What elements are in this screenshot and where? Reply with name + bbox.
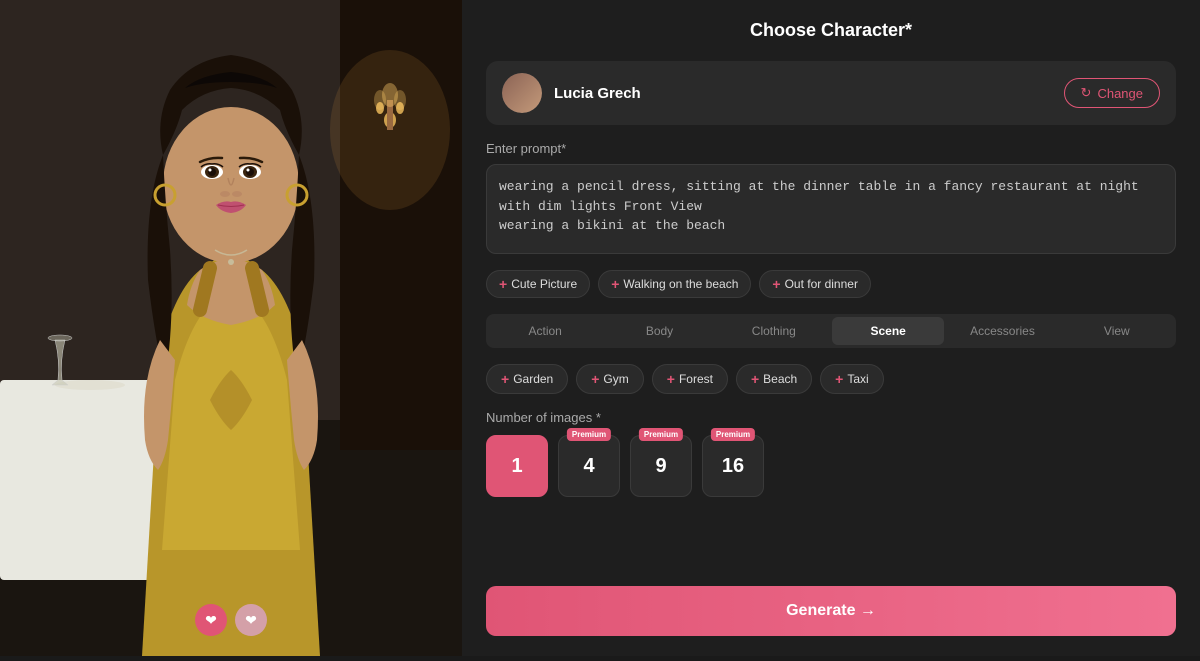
scene-plus-icon-1: + xyxy=(501,371,509,387)
prompt-label: Enter prompt* xyxy=(486,141,1176,156)
scene-gym[interactable]: + Gym xyxy=(576,364,644,394)
tab-scene[interactable]: Scene xyxy=(832,317,944,345)
tag-cute-picture[interactable]: + Cute Picture xyxy=(486,270,590,298)
right-panel: Choose Character* Lucia Grech ↻ Change E… xyxy=(462,0,1200,656)
tag-plus-icon-3: + xyxy=(772,276,780,292)
scene-plus-icon-2: + xyxy=(591,371,599,387)
tag-out-dinner[interactable]: + Out for dinner xyxy=(759,270,871,298)
scene-taxi-label: Taxi xyxy=(847,372,868,386)
num-value-9: 9 xyxy=(655,455,666,478)
scene-garden-label: Garden xyxy=(513,372,553,386)
num-value-16: 16 xyxy=(722,455,744,478)
prompt-textarea[interactable] xyxy=(486,164,1176,254)
refresh-icon: ↻ xyxy=(1081,85,1092,101)
premium-badge-16: Premium xyxy=(711,428,755,441)
change-button[interactable]: ↻ Change xyxy=(1064,78,1160,108)
premium-badge-4: Premium xyxy=(567,428,611,441)
character-photo-panel: ❤ ❤ xyxy=(0,0,462,656)
category-tabs: Action Body Clothing Scene Accessories V… xyxy=(486,314,1176,348)
tag-cute-label: Cute Picture xyxy=(511,277,577,291)
tab-accessories[interactable]: Accessories xyxy=(946,317,1058,345)
tag-dinner-label: Out for dinner xyxy=(785,277,858,291)
prompt-section: Enter prompt* xyxy=(486,141,1176,254)
scene-taxi[interactable]: + Taxi xyxy=(820,364,884,394)
num-images-section: Number of images * 1 Premium 4 Premium 9… xyxy=(486,410,1176,497)
character-svg xyxy=(0,0,462,656)
num-value-1: 1 xyxy=(511,455,522,478)
tag-walking-label: Walking on the beach xyxy=(623,277,738,291)
tag-walking-beach[interactable]: + Walking on the beach xyxy=(598,270,751,298)
tab-body[interactable]: Body xyxy=(603,317,715,345)
tag-plus-icon: + xyxy=(499,276,507,292)
avatar xyxy=(502,73,542,113)
tag-plus-icon-2: + xyxy=(611,276,619,292)
photo-container: ❤ ❤ xyxy=(0,0,462,656)
scene-garden[interactable]: + Garden xyxy=(486,364,568,394)
photo-navigation: ❤ ❤ xyxy=(195,604,267,636)
next-button[interactable]: ❤ xyxy=(235,604,267,636)
tab-clothing[interactable]: Clothing xyxy=(718,317,830,345)
avatar-circle xyxy=(502,73,542,113)
prev-button[interactable]: ❤ xyxy=(195,604,227,636)
scene-gym-label: Gym xyxy=(603,372,628,386)
tab-action[interactable]: Action xyxy=(489,317,601,345)
scene-plus-icon-3: + xyxy=(667,371,675,387)
num-images-options: 1 Premium 4 Premium 9 Premium 16 xyxy=(486,435,1176,497)
quick-tags-row: + Cute Picture + Walking on the beach + … xyxy=(486,270,1176,298)
scene-forest[interactable]: + Forest xyxy=(652,364,728,394)
scene-beach-label: Beach xyxy=(763,372,797,386)
scene-beach[interactable]: + Beach xyxy=(736,364,812,394)
num-value-4: 4 xyxy=(583,455,594,478)
scene-plus-icon-4: + xyxy=(751,371,759,387)
scene-tags-row: + Garden + Gym + Forest + Beach + Taxi xyxy=(486,364,1176,394)
scene-plus-icon-5: + xyxy=(835,371,843,387)
num-option-4[interactable]: Premium 4 xyxy=(558,435,620,497)
premium-badge-9: Premium xyxy=(639,428,683,441)
change-label: Change xyxy=(1097,86,1143,101)
generate-button[interactable]: Generate → xyxy=(486,586,1176,636)
scene-forest-label: Forest xyxy=(679,372,713,386)
num-option-16[interactable]: Premium 16 xyxy=(702,435,764,497)
character-name: Lucia Grech xyxy=(554,85,641,102)
num-option-9[interactable]: Premium 9 xyxy=(630,435,692,497)
num-option-1[interactable]: 1 xyxy=(486,435,548,497)
character-info: Lucia Grech xyxy=(502,73,641,113)
character-card: Lucia Grech ↻ Change xyxy=(486,61,1176,125)
num-images-label: Number of images * xyxy=(486,410,1176,425)
tab-view[interactable]: View xyxy=(1061,317,1173,345)
page-title: Choose Character* xyxy=(486,20,1176,41)
